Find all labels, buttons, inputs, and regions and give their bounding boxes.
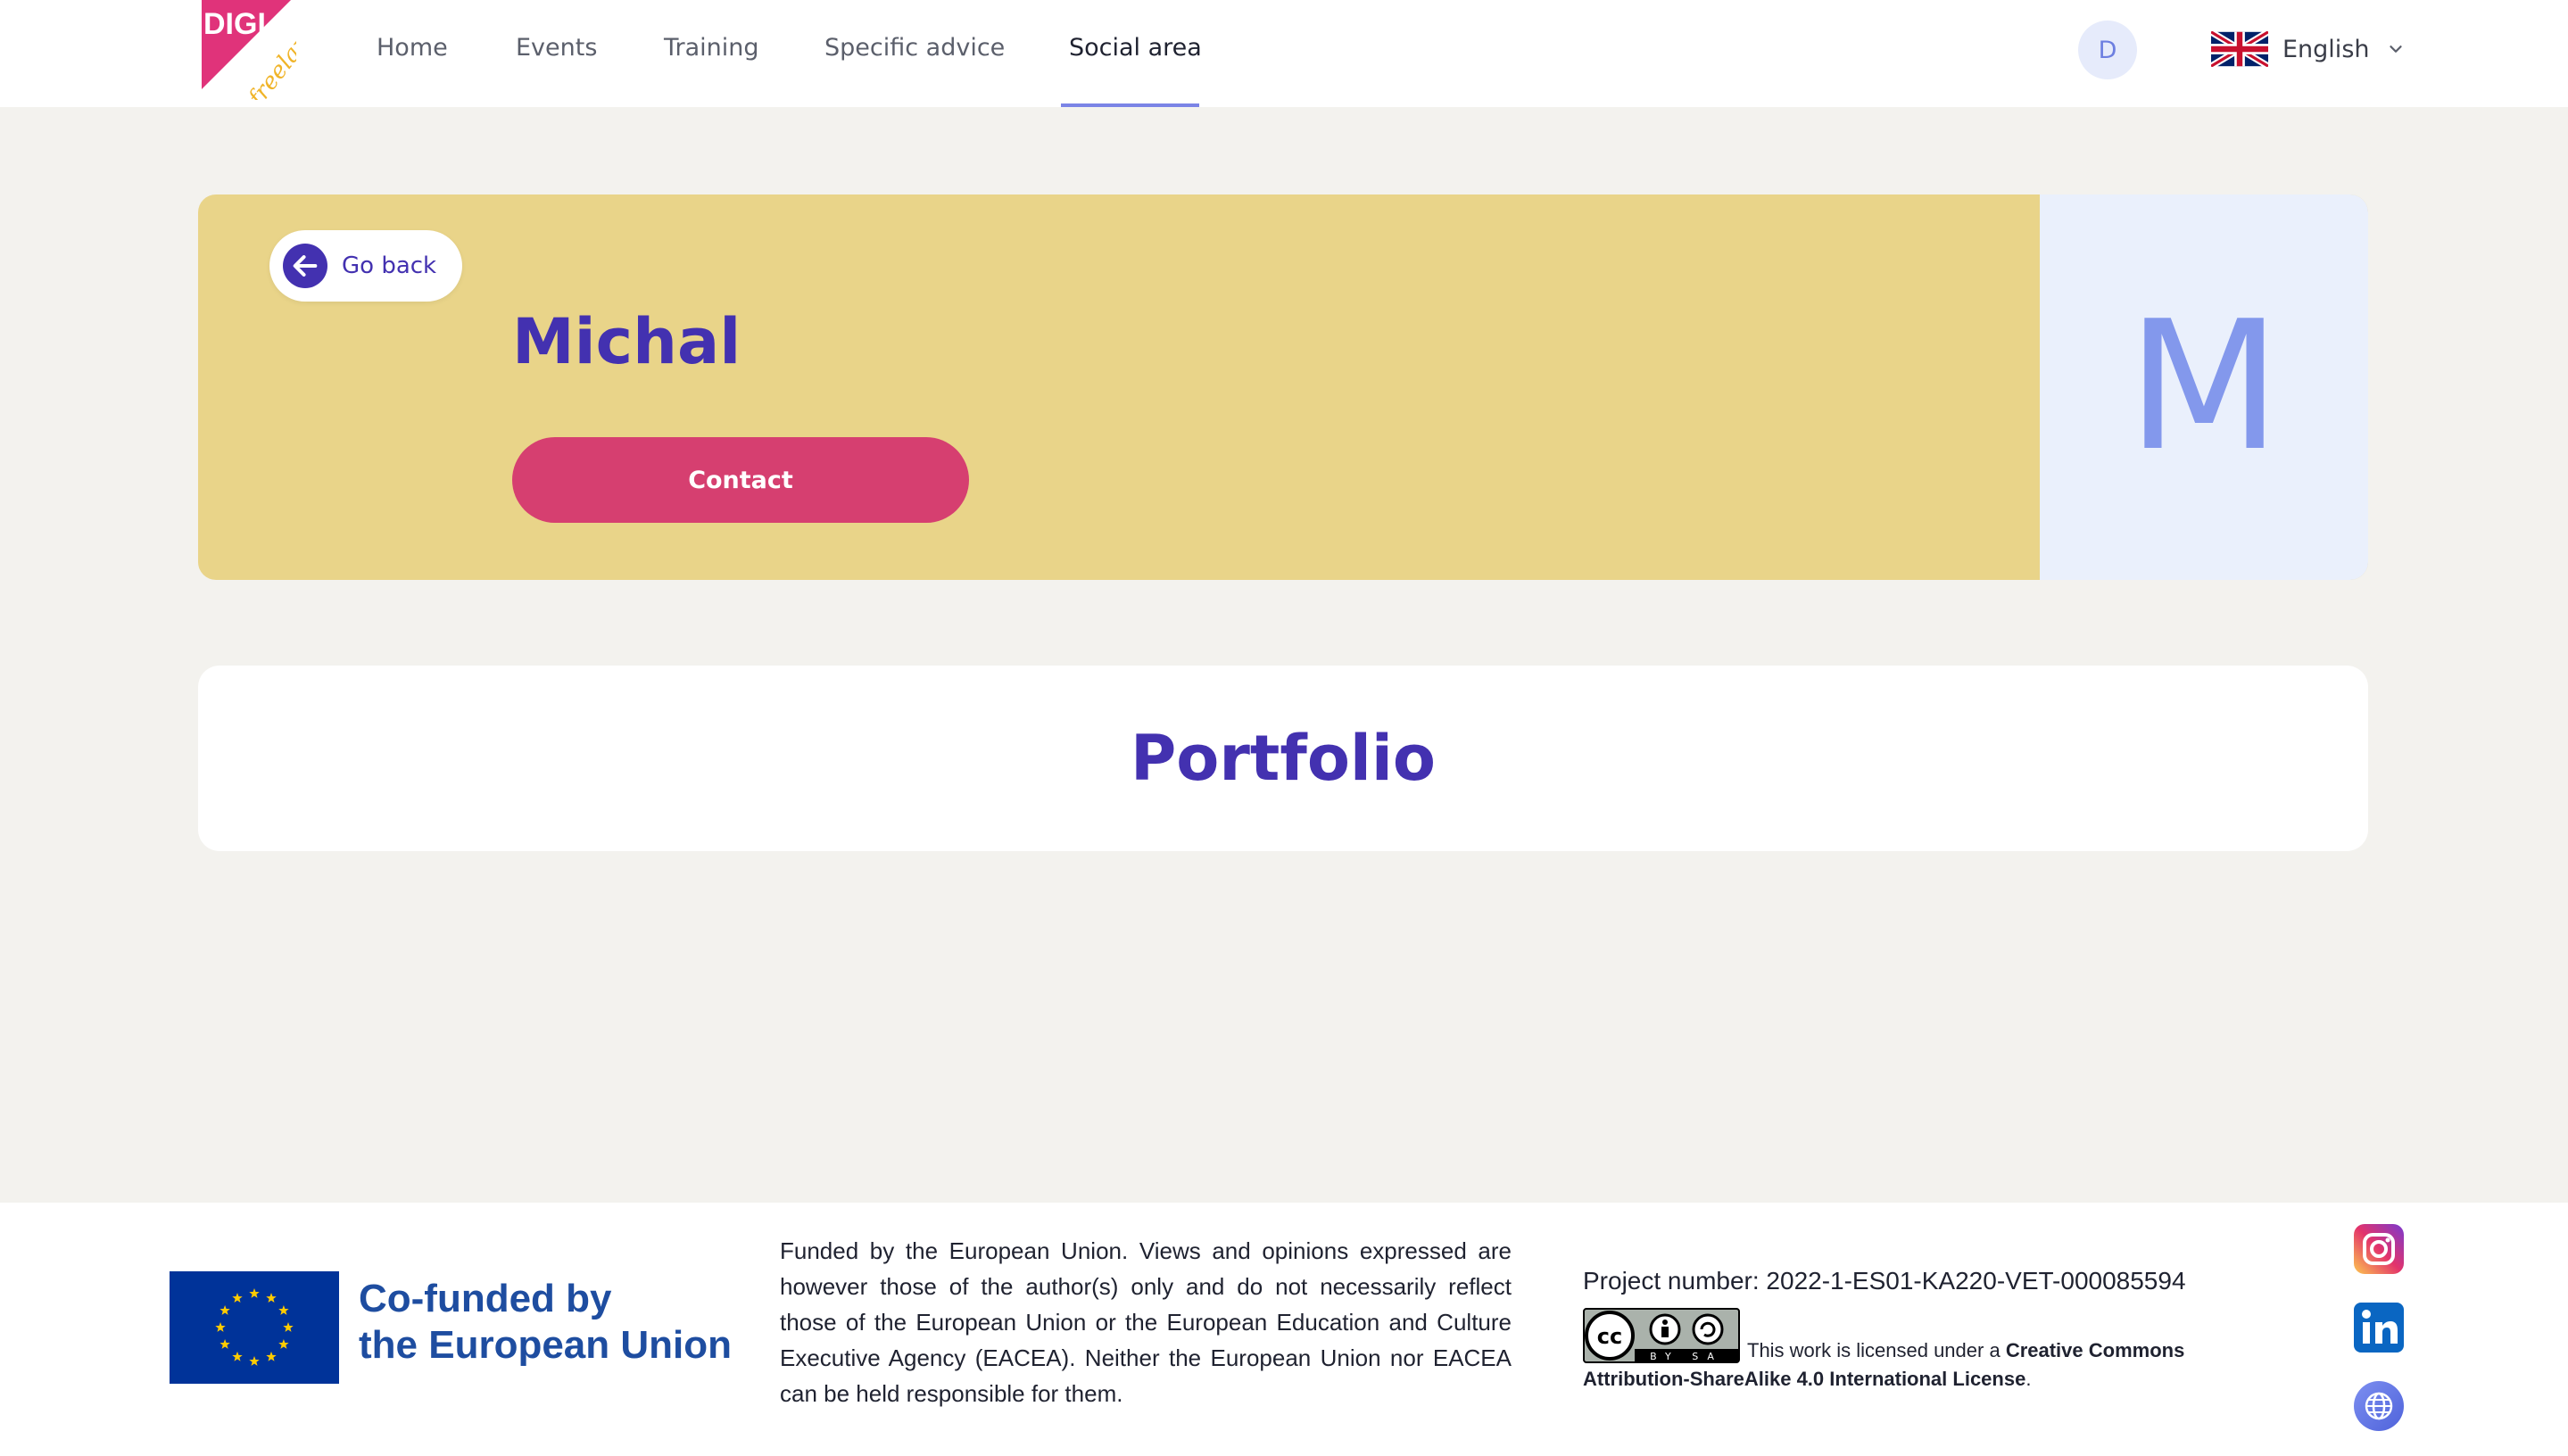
nav-social-area[interactable]: Social area <box>1069 34 1202 62</box>
license-link-part-2[interactable]: Attribution-ShareAlike 4.0 International… <box>1583 1368 2025 1390</box>
portfolio-title: Portfolio <box>1130 722 1436 795</box>
top-navigation-bar: DIGI freelancer Home Events Training Spe… <box>0 0 2568 107</box>
go-back-label: Go back <box>342 252 437 279</box>
funding-disclaimer: Funded by the European Union. Views and … <box>780 1237 1512 1407</box>
contact-button[interactable]: Contact <box>512 437 969 523</box>
nav-specific-advice[interactable]: Specific advice <box>824 34 1005 62</box>
profile-name: Michal <box>512 305 741 378</box>
active-tab-indicator <box>1061 103 1199 107</box>
linkedin-icon[interactable] <box>2354 1303 2404 1353</box>
globe-icon[interactable] <box>2354 1381 2404 1431</box>
nav-training[interactable]: Training <box>664 34 759 62</box>
eu-line-1: Co-funded by <box>359 1277 612 1320</box>
license-suffix: . <box>2025 1368 2032 1390</box>
language-selector[interactable]: English <box>2211 29 2406 70</box>
license-link-part-1[interactable]: Creative Commons <box>2006 1339 2185 1361</box>
nav-events[interactable]: Events <box>516 34 597 62</box>
uk-flag-icon <box>2211 31 2268 67</box>
profile-picture-placeholder: M <box>2040 194 2368 580</box>
profile-initial: M <box>2126 283 2282 491</box>
portfolio-section: Portfolio <box>198 666 2368 851</box>
arrow-left-icon <box>283 244 327 288</box>
language-label: English <box>2282 35 2370 63</box>
instagram-icon[interactable] <box>2354 1224 2404 1274</box>
user-avatar[interactable]: D <box>2078 21 2137 79</box>
footer: Co-funded by the European Union Funded b… <box>0 1203 2568 1456</box>
license-prefix: This work is licensed under a <box>1747 1339 2001 1361</box>
nav-home[interactable]: Home <box>377 34 448 62</box>
project-number: Project number: 2022-1-ES01-KA220-VET-00… <box>1583 1267 2186 1295</box>
eu-line-2: the European Union <box>359 1323 732 1367</box>
eu-flag-icon <box>170 1271 339 1384</box>
chevron-down-icon <box>2389 46 2402 53</box>
go-back-button[interactable]: Go back <box>269 230 462 302</box>
logo-text-top: DIGI <box>203 7 266 41</box>
digi-freelancer-logo[interactable]: DIGI freelancer <box>198 0 296 100</box>
eu-cofunded-label: Co-funded by the European Union <box>359 1276 732 1369</box>
profile-card: Go back Michal Contact M <box>198 194 2368 580</box>
license-text: This work is licensed under a Creative C… <box>1583 1336 2243 1394</box>
